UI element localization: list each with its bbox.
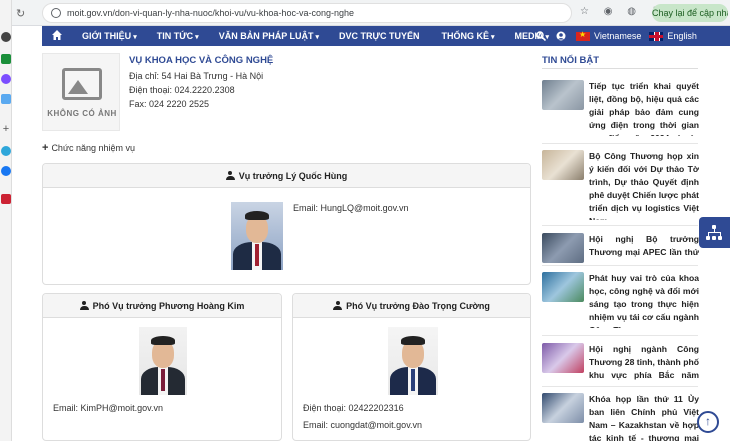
news-thumb-4[interactable] [542, 272, 584, 302]
news-item-3[interactable]: Hội nghị Bộ trưởng Thương mại APEC lần t… [589, 233, 699, 259]
divider [542, 143, 698, 144]
sitemap-button[interactable] [699, 217, 730, 248]
deputy-cuong-photo [388, 327, 438, 395]
director-card: Vụ trưởng Lý Quốc Hùng Email: HungLQ@moi… [42, 163, 531, 285]
telegram-icon[interactable] [1, 146, 11, 156]
department-fax: Fax: 024 2220 2525 [129, 99, 210, 109]
person-icon [333, 301, 343, 310]
news-thumb-1[interactable] [542, 80, 584, 110]
lang-vietnamese[interactable]: Vietnamese [594, 31, 641, 41]
nav-menu: GIỚI THIỆU ▾ TIN TỨC ▾ VĂN BẢN PHÁP LUẬT ▾ … [82, 26, 569, 46]
divider [542, 386, 698, 387]
department-title: VỤ KHOA HỌC VÀ CÔNG NGHỆ [129, 55, 274, 66]
facebook-icon[interactable] [1, 166, 11, 176]
browser-toolbar: ↻ moit.gov.vn/don-vi-quan-ly-nha-nuoc/kh… [12, 0, 730, 26]
deputy-kim-email: Email: KimPH@moit.gov.vn [53, 403, 163, 413]
deputy-card-kim: Phó Vụ trưởng Phương Hoàng Kim Email: Ki… [42, 293, 282, 441]
plus-icon: + [42, 142, 49, 154]
person-icon [225, 171, 235, 180]
nav-item-tin-tuc[interactable]: TIN TỨC ▾ [157, 26, 199, 46]
nav-right-tools: Vietnamese English [536, 26, 705, 46]
messenger-icon[interactable] [1, 74, 11, 84]
search-icon[interactable] [536, 31, 546, 41]
nav-item-thong-ke[interactable]: THỐNG KÊ ▾ [442, 26, 495, 46]
no-image-label: KHÔNG CÓ ẢNH [47, 109, 117, 118]
news-thumb-3[interactable] [542, 233, 584, 263]
site-info-icon[interactable] [51, 8, 61, 18]
director-card-header: Vụ trưởng Lý Quốc Hùng [43, 164, 530, 188]
main-navigation: GIỚI THIỆU ▾ TIN TỨC ▾ VĂN BẢN PHÁP LUẬT ▾ … [42, 26, 730, 46]
deputy-card-cuong-header: Phó Vụ trưởng Đào Trọng Cường [293, 294, 530, 318]
news-item-2[interactable]: Bộ Công Thương họp xin ý kiến đối với Dự… [589, 150, 699, 220]
uk-flag-icon[interactable] [649, 31, 664, 41]
nav-item-dvc-truc-tuyen[interactable]: DVC TRỰC TUYẾN [339, 26, 421, 46]
deputy-cuong-email: Email: cuongdat@moit.gov.vn [303, 420, 423, 430]
user-icon[interactable] [556, 31, 566, 41]
divider [542, 335, 698, 336]
image-placeholder-icon [62, 68, 102, 100]
director-photo [231, 202, 283, 270]
news-item-1[interactable]: Tiếp tục triển khai quyết liệt, đồng bộ,… [589, 80, 699, 136]
news-item-5[interactable]: Hội nghị ngành Công Thương 28 tỉnh, thàn… [589, 343, 699, 382]
news-thumb-2[interactable] [542, 150, 584, 180]
department-placeholder-image: KHÔNG CÓ ẢNH [42, 53, 120, 131]
deputy-kim-photo [139, 327, 187, 395]
functions-link[interactable]: + Chức năng nhiệm vụ [42, 142, 135, 154]
nav-item-van-ban-phap-luat[interactable]: VĂN BẢN PHÁP LUẬT ▾ [219, 26, 319, 46]
divider [542, 265, 698, 266]
news-thumb-6[interactable] [542, 393, 584, 423]
url-text: moit.gov.vn/don-vi-quan-ly-nha-nuoc/khoi… [67, 8, 354, 18]
add-icon[interactable]: + [1, 124, 11, 135]
department-address: Địa chỉ: 54 Hai Bà Trưng - Hà Nội [129, 71, 264, 81]
ai-app-icon[interactable] [1, 54, 11, 64]
deputy-cuong-phone: Điện thoại: 02422202316 [303, 403, 404, 413]
news-thumb-5[interactable] [542, 343, 584, 373]
address-bar[interactable]: moit.gov.vn/don-vi-quan-ly-nha-nuoc/khoi… [42, 3, 572, 23]
reload-icon[interactable]: ↻ [16, 7, 25, 20]
vietnam-flag-icon[interactable] [576, 30, 590, 41]
director-email: Email: HungLQ@moit.gov.vn [293, 203, 409, 213]
featured-news-heading: TIN NỔI BẬT [542, 55, 599, 66]
deputy-card-cuong: Phó Vụ trưởng Đào Trọng Cường Điện thoại… [292, 293, 531, 441]
deputy-card-kim-header: Phó Vụ trưởng Phương Hoàng Kim [43, 294, 281, 318]
back-to-top-button[interactable]: ↑ [697, 411, 719, 433]
home-icon[interactable] [52, 30, 62, 40]
cloud-app-icon[interactable] [1, 94, 11, 104]
department-phone: Điện thoại: 024.2220.2308 [129, 85, 235, 95]
divider [542, 225, 698, 226]
os-sidebar-strip: + [0, 0, 12, 441]
clock-icon[interactable] [1, 32, 11, 42]
grid-app-icon[interactable] [1, 194, 11, 204]
lang-english[interactable]: English [667, 31, 697, 41]
news-item-4[interactable]: Phát huy vai trò của khoa học, công nghệ… [589, 272, 699, 328]
nav-item-gioi-thieu[interactable]: GIỚI THIỆU ▾ [82, 26, 137, 46]
page: + ↻ moit.gov.vn/don-vi-quan-ly-nha-nuoc/… [0, 0, 730, 441]
news-item-6[interactable]: Khóa họp lần thứ 11 Ủy ban liên Chính ph… [589, 393, 699, 441]
divider [542, 68, 698, 69]
person-icon [79, 301, 89, 310]
update-browser-button[interactable]: Chạy lại để cập nhật ⋮ [652, 4, 728, 22]
